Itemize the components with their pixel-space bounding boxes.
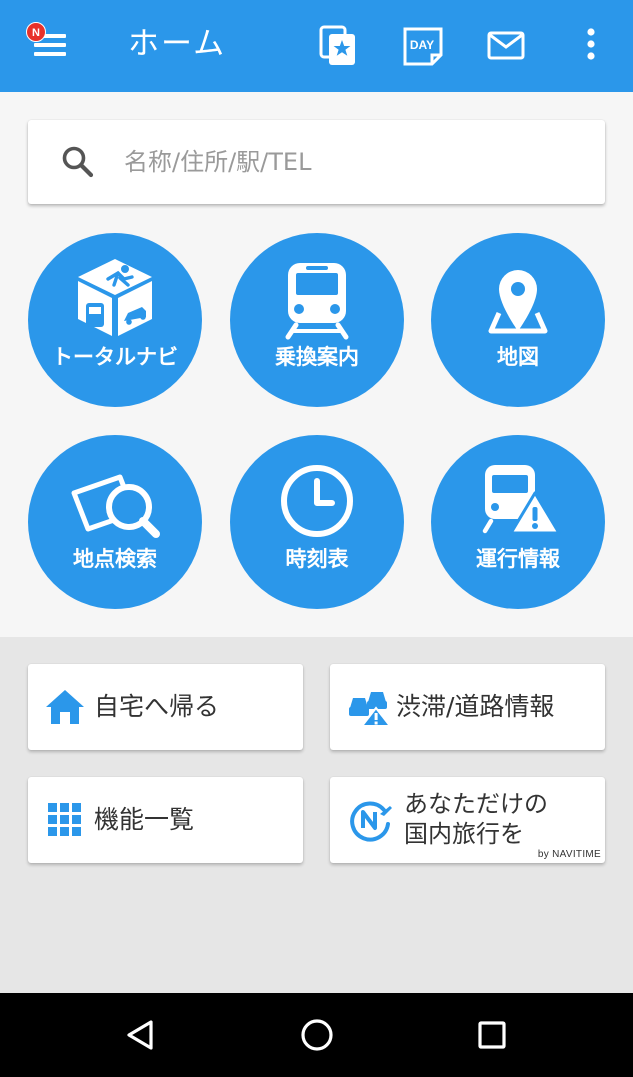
place-search-button[interactable]: 地点検索: [28, 435, 202, 609]
traffic-cars-warning-icon: [349, 692, 392, 727]
mail-button[interactable]: [482, 22, 530, 70]
mail-icon: [487, 31, 525, 60]
favorites-star-icon: [319, 25, 355, 65]
grid-icon: [48, 803, 81, 836]
go-home-label: 自宅へ帰る: [94, 692, 220, 721]
timetable-button[interactable]: 時刻表: [230, 435, 404, 609]
more-vert-icon: [587, 28, 595, 60]
search-icon: [62, 146, 94, 178]
train-warning-icon: [482, 465, 561, 535]
map-pin-icon: [488, 270, 548, 334]
menu-button[interactable]: N: [24, 22, 76, 66]
traffic-info-label: 渋滞/道路情報: [396, 692, 555, 721]
domestic-travel-button[interactable]: あなただけの 国内旅行を by NAVITIME: [330, 777, 605, 863]
back-button[interactable]: [117, 1011, 165, 1059]
day-calendar-icon: DAY: [403, 27, 443, 66]
train-icon: [285, 263, 349, 340]
search-bar[interactable]: [28, 120, 605, 204]
navitime-byline: by NAVITIME: [537, 849, 601, 860]
service-info-label: 運行情報: [476, 547, 560, 571]
page-title: ホーム: [128, 26, 227, 62]
transfer-guide-label: 乗換案内: [275, 345, 359, 369]
home-icon: [46, 690, 84, 724]
feature-list-button[interactable]: 機能一覧: [28, 777, 303, 863]
map-button[interactable]: 地図: [431, 233, 605, 407]
recents-square-icon: [478, 1021, 506, 1049]
recents-button[interactable]: [468, 1011, 516, 1059]
clock-icon: [281, 465, 353, 537]
feature-list-label: 機能一覧: [94, 805, 195, 834]
transfer-guide-button[interactable]: 乗換案内: [230, 233, 404, 407]
system-nav-bar: [0, 993, 633, 1077]
notification-badge: N: [26, 22, 46, 42]
domestic-travel-label: あなただけの 国内旅行を: [404, 789, 548, 849]
search-input[interactable]: [124, 138, 584, 186]
home-nav-button[interactable]: [293, 1011, 341, 1059]
place-search-label: 地点検索: [73, 547, 157, 571]
map-label: 地図: [497, 345, 539, 369]
app-bar: N ホーム DAY: [0, 0, 633, 92]
favorites-button[interactable]: [315, 22, 363, 70]
svg-text:DAY: DAY: [410, 38, 434, 52]
more-options-button[interactable]: [566, 22, 614, 70]
domestic-travel-line1: あなただけの: [404, 790, 548, 818]
go-home-button[interactable]: 自宅へ帰る: [28, 664, 303, 750]
navitime-travel-icon: [350, 801, 392, 842]
service-info-button[interactable]: 運行情報: [431, 435, 605, 609]
home-circle-icon: [301, 1019, 333, 1051]
total-navi-button[interactable]: トータルナビ: [28, 233, 202, 407]
total-navi-label: トータルナビ: [52, 345, 178, 369]
back-icon: [127, 1020, 153, 1050]
domestic-travel-line2: 国内旅行を: [404, 820, 524, 848]
map-search-icon: [71, 474, 160, 538]
total-navi-cube-icon: [78, 259, 152, 336]
timetable-label: 時刻表: [285, 547, 349, 571]
day-button[interactable]: DAY: [400, 22, 448, 70]
traffic-info-button[interactable]: 渋滞/道路情報: [330, 664, 605, 750]
